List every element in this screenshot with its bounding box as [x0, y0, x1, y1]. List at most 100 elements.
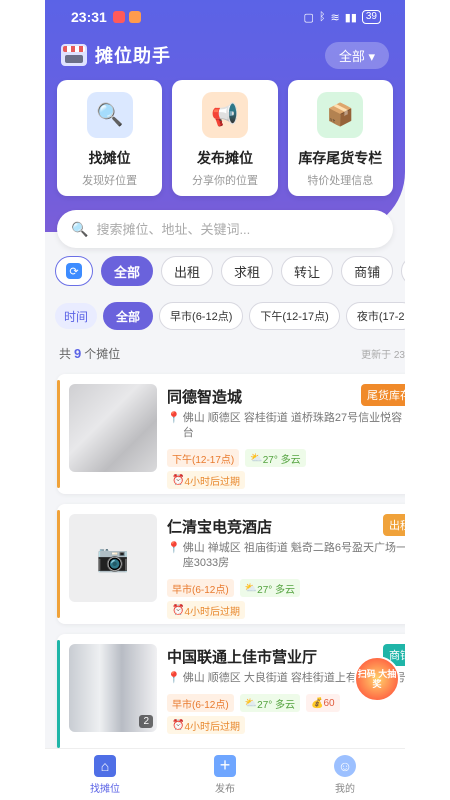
photo-count: 2	[139, 715, 153, 728]
category-tag: 出租	[383, 514, 405, 536]
address-text: 佛山 顺德区 容桂街道 道桥珠路27号信业悦容台	[182, 412, 403, 439]
time-chip-afternoon[interactable]: 下午(12-17点)	[249, 302, 340, 330]
clock-icon: ⏰	[172, 719, 185, 731]
type-chip-shop[interactable]: 商铺	[341, 256, 394, 286]
magnifier-icon: 🔍	[86, 92, 133, 138]
tab-label: 我的	[335, 783, 355, 795]
price-badge: 💰 60	[306, 694, 340, 712]
stall-name: 仁清宝电竞酒店	[167, 519, 273, 536]
badge-row: 下午(12-17点) ⛅ 27° 多云	[167, 449, 405, 467]
app-title: 摊位助手	[95, 46, 171, 66]
stall-logo-icon	[61, 44, 87, 66]
expire-text: 4小时后过期	[184, 476, 241, 488]
card-title: 库存尾货专栏	[298, 150, 383, 166]
stall-count: 9	[74, 345, 82, 361]
bottom-tab-bar: ⌂ 找摊位 + 发布 ☺ 我的	[45, 748, 405, 800]
time-chip-night[interactable]: 夜市(17-2	[345, 302, 405, 330]
location-pin-icon: 📍	[167, 412, 181, 424]
card-title: 找摊位	[88, 150, 131, 166]
badge-row: ⏰ 4小时后过期	[167, 601, 405, 619]
expire-badge: ⏰ 4小时后过期	[167, 601, 246, 619]
time-badge: 早市(6-12点)	[167, 694, 234, 712]
action-cards: 🔍 找摊位 发现好位置 📢 发布摊位 分享你的位置 📦 库存尾货专栏 特价处理信…	[57, 80, 393, 196]
status-bar: 23:31 ▢ ᛒ ≋ ▮▮ 39	[45, 0, 405, 34]
location-pin-icon: 📍	[167, 542, 181, 554]
category-tag: 尾货库存	[361, 384, 405, 406]
price-text: 60	[323, 697, 335, 709]
type-filter-row: ⟳ 全部 出租 求租 转让 商铺 厂	[55, 256, 405, 286]
expire-text: 4小时后过期	[184, 606, 241, 618]
search-icon: 🔍	[71, 220, 89, 237]
accent-bar	[57, 380, 60, 488]
type-chip-seek[interactable]: 求租	[221, 256, 274, 286]
weather-icon: ⛅	[250, 452, 263, 464]
stall-photo: 2	[69, 644, 157, 732]
list-item[interactable]: 📷 仁清宝电竞酒店 📍 佛山 禅城区 祖庙街道 魁奇二路6号盈天广场一座3033房…	[57, 504, 405, 624]
region-filter-label: 全部	[338, 48, 365, 64]
weather-badge: ⛅ 27° 多云	[239, 694, 301, 712]
type-chip-all[interactable]: 全部	[101, 256, 154, 286]
box-icon: 📦	[317, 92, 364, 138]
find-stall-card[interactable]: 🔍 找摊位 发现好位置	[57, 80, 163, 196]
time-filter-label: 时间	[55, 303, 98, 329]
weather-text: 27° 多云	[257, 699, 296, 711]
tab-label: 发布	[215, 783, 235, 795]
status-time: 23:31	[71, 9, 107, 25]
bluetooth-icon: ᛒ	[318, 11, 326, 23]
address-text: 佛山 禅城区 祖庙街道 魁奇二路6号盈天广场一座3033房	[182, 542, 405, 569]
search-input[interactable]	[96, 221, 379, 237]
lottery-promo-button[interactable]: 扫码 大抽奖	[354, 656, 400, 702]
count-prefix: 共	[59, 346, 72, 361]
publish-stall-card[interactable]: 📢 发布摊位 分享你的位置	[172, 80, 278, 196]
nfc-icon: ▢	[303, 11, 314, 24]
badge-row: ⏰ 4小时后过期	[167, 471, 405, 489]
badge-row: 早市(6-12点) ⛅ 27° 多云	[167, 579, 405, 597]
stall-address: 📍 佛山 禅城区 祖庙街道 魁奇二路6号盈天广场一座3033房	[167, 541, 405, 571]
accent-bar	[57, 640, 60, 748]
tab-label: 找摊位	[90, 783, 120, 795]
plus-icon: +	[214, 754, 236, 777]
stall-list: 同德智造城 📍 佛山 顺德区 容桂街道 道桥珠路27号信业悦容台 下午(12-17…	[57, 374, 405, 764]
type-chip-rent[interactable]: 出租	[161, 256, 214, 286]
notification-icon	[112, 11, 125, 23]
badge-row: ⏰ 4小时后过期	[167, 716, 405, 734]
list-item[interactable]: 2 中国联通上佳市营业厅 📍 佛山 顺德区 大良街道 容桂街道上有西路3-4号 早…	[57, 634, 405, 754]
refresh-icon: ⟳	[66, 263, 82, 279]
wifi-icon: ≋	[330, 11, 340, 24]
card-subtitle: 分享你的位置	[191, 175, 258, 187]
time-badge: 早市(6-12点)	[167, 579, 234, 597]
app-screen: 23:31 ▢ ᛒ ≋ ▮▮ 39 摊位助手 全部 ▾ 🔍 找摊位 发现好位置 …	[45, 0, 405, 800]
time-chip-morning[interactable]: 早市(6-12点)	[159, 302, 244, 330]
accent-bar	[57, 510, 60, 618]
list-item[interactable]: 同德智造城 📍 佛山 顺德区 容桂街道 道桥珠路27号信业悦容台 下午(12-17…	[57, 374, 405, 494]
item-info: 仁清宝电竞酒店 📍 佛山 禅城区 祖庙街道 魁奇二路6号盈天广场一座3033房 早…	[167, 514, 405, 624]
time-chip-all[interactable]: 全部	[103, 302, 154, 330]
tab-mine[interactable]: ☺ 我的	[285, 749, 405, 800]
home-icon: ⌂	[94, 754, 116, 777]
region-filter-button[interactable]: 全部 ▾	[324, 41, 389, 69]
tab-find-stall[interactable]: ⌂ 找摊位	[45, 749, 165, 800]
message-icon	[128, 11, 141, 23]
weather-badge: ⛅ 27° 多云	[239, 579, 301, 597]
expire-badge: ⏰ 4小时后过期	[167, 471, 246, 489]
battery-icon: 39	[361, 10, 381, 24]
location-pin-icon: 📍	[167, 672, 181, 684]
card-title: 发布摊位	[196, 150, 253, 166]
megaphone-icon: 📢	[201, 92, 248, 138]
stall-address: 📍 佛山 顺德区 容桂街道 道桥珠路27号信业悦容台	[167, 411, 405, 441]
type-chip-transfer[interactable]: 转让	[281, 256, 334, 286]
title-bar: 摊位助手 全部 ▾	[61, 40, 389, 70]
clock-icon: ⏰	[172, 474, 185, 486]
tab-publish[interactable]: + 发布	[165, 749, 285, 800]
clearance-card[interactable]: 📦 库存尾货专栏 特价处理信息	[287, 80, 393, 196]
type-chip-factory[interactable]: 厂	[401, 256, 405, 286]
search-bar[interactable]: 🔍	[57, 210, 393, 248]
status-icons: ▢ ᛒ ≋ ▮▮ 39	[304, 10, 381, 24]
money-bag-icon: 💰	[311, 697, 324, 709]
time-badge: 下午(12-17点)	[167, 449, 240, 467]
user-icon: ☺	[334, 754, 356, 777]
expire-text: 4小时后过期	[184, 721, 241, 733]
count-suffix: 个摊位	[84, 346, 121, 361]
refresh-button[interactable]: ⟳	[55, 256, 93, 286]
card-subtitle: 发现好位置	[82, 175, 138, 187]
